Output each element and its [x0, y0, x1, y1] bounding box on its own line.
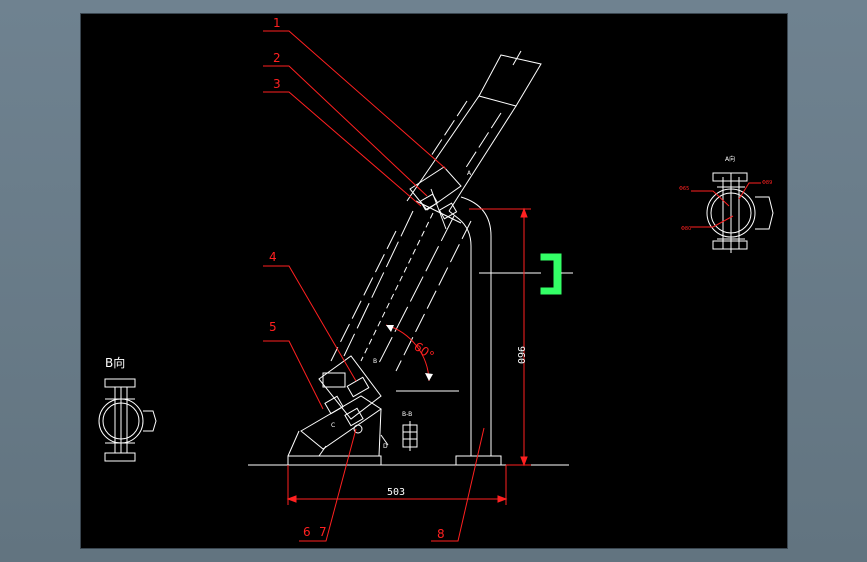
right-leader-label-1: Φ65 — [679, 186, 689, 192]
right-view-title: A向 — [725, 155, 735, 163]
lower-clamp — [287, 355, 389, 457]
support-bracket-drawing: 60° B C D A B-B 960 503 1 2 3 4 5 6 7 8 … — [98, 16, 774, 542]
mark-c: C — [331, 422, 335, 429]
part-label-6: 6 — [303, 525, 311, 539]
mark-b: B — [373, 358, 377, 365]
dimension-vertical-label: 960 — [515, 346, 526, 364]
part-label-3: 3 — [273, 77, 281, 91]
angle-label: 60° — [411, 339, 436, 363]
channel-bracket — [540, 253, 573, 295]
right-leader-label-2: Φ80 — [681, 226, 691, 232]
view-b-detail — [98, 378, 157, 462]
part-label-1: 1 — [273, 16, 281, 30]
drawing-sheet[interactable]: 60° B C D A B-B 960 503 1 2 3 4 5 6 7 8 … — [80, 13, 788, 549]
part-label-7: 7 — [319, 525, 327, 539]
part-label-4: 4 — [269, 250, 277, 264]
part-label-8: 8 — [437, 527, 445, 541]
right-leader-label-3: Φ89 — [762, 180, 772, 186]
cad-viewport[interactable]: 60° B C D A B-B 960 503 1 2 3 4 5 6 7 8 … — [0, 0, 867, 562]
part-label-5: 5 — [269, 320, 277, 334]
view-b-title: B向 — [105, 355, 125, 370]
part-label-2: 2 — [273, 51, 281, 65]
upper-clamp — [409, 166, 462, 230]
section-mark: B-B — [402, 411, 412, 418]
horizontal-dimension — [286, 465, 508, 505]
dimension-horizontal-label: 503 — [387, 487, 405, 498]
support-column — [448, 196, 541, 456]
vertical-dimension — [469, 207, 531, 467]
mark-d: D — [383, 443, 388, 450]
section-detail — [402, 421, 418, 451]
